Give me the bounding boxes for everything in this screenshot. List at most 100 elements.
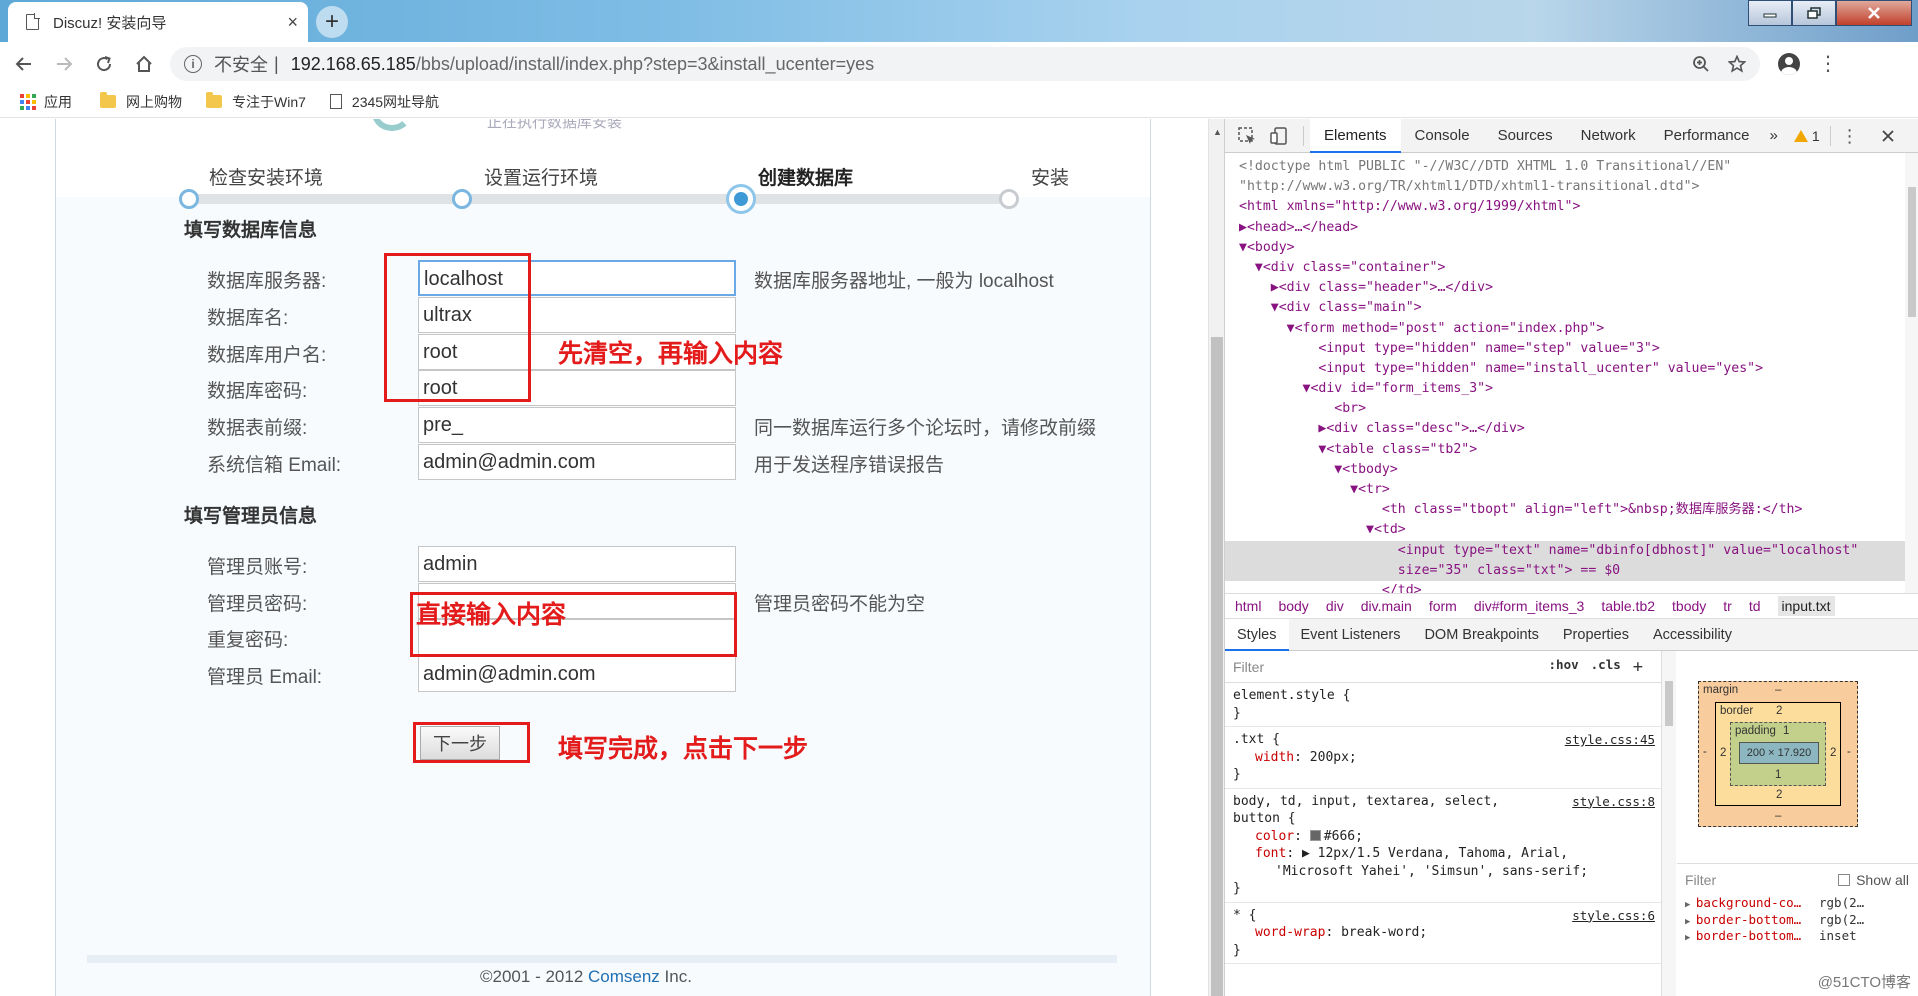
- home-button[interactable]: [124, 44, 164, 84]
- bookmark-win7[interactable]: 专注于Win7: [206, 92, 306, 112]
- devtools-menu-icon[interactable]: ⋮: [1841, 127, 1859, 145]
- rule-source-link[interactable]: style.css:6: [1572, 907, 1655, 925]
- info-icon[interactable]: i: [184, 55, 202, 73]
- breadcrumb-item[interactable]: div#form_items_3: [1474, 598, 1585, 614]
- subtab-accessibility[interactable]: Accessibility: [1641, 619, 1744, 651]
- style-rule[interactable]: style.css:45 .txt {width: 200px;}: [1225, 727, 1661, 789]
- profile-avatar[interactable]: [1778, 53, 1800, 75]
- tab-close-icon[interactable]: ×: [287, 12, 298, 33]
- breadcrumb-item[interactable]: html: [1235, 598, 1261, 614]
- dom-node-line[interactable]: <html xmlns="http://www.w3.org/1999/xhtm…: [1225, 197, 1905, 217]
- style-rule[interactable]: style.css:6 * {word-wrap: break-word;}: [1225, 903, 1661, 964]
- table-prefix-input[interactable]: pre_: [418, 407, 736, 443]
- computed-filter-input[interactable]: Filter: [1685, 872, 1716, 888]
- css-declaration[interactable]: word-wrap: break-word;: [1233, 924, 1655, 942]
- system-email-input[interactable]: admin@admin.com: [418, 444, 736, 480]
- styles-scrollbar[interactable]: [1662, 651, 1676, 996]
- dom-node-line[interactable]: ▼<table class="tb2">: [1225, 440, 1905, 460]
- style-rule[interactable]: style.css:8 body, td, input, textarea, se…: [1225, 789, 1661, 903]
- close-devtools-icon[interactable]: [1881, 129, 1895, 143]
- reload-button[interactable]: [84, 44, 124, 84]
- dom-node-line[interactable]: ▼<div class="container">: [1225, 258, 1905, 278]
- dom-scrollbar-thumb[interactable]: [1908, 187, 1916, 317]
- footer-brand-link[interactable]: Comsenz: [588, 967, 660, 986]
- dom-node-line[interactable]: <input type="hidden" name="step" value="…: [1225, 339, 1905, 359]
- cls-toggle[interactable]: .cls: [1591, 657, 1621, 677]
- dom-node-line[interactable]: <input type="text" name="dbinfo[dbhost]"…: [1225, 540, 1905, 561]
- dom-scrollbar[interactable]: [1905, 153, 1918, 593]
- bookmark-shopping[interactable]: 网上购物: [100, 92, 182, 112]
- bookmark-2345[interactable]: 2345网址导航: [329, 92, 439, 112]
- close-window-button[interactable]: [1836, 0, 1912, 26]
- bookmark-apps[interactable]: 应用: [20, 92, 72, 112]
- computed-property[interactable]: ▶ border-bottom… inset: [1677, 928, 1918, 945]
- subtab-dom-breakpoints[interactable]: DOM Breakpoints: [1412, 619, 1550, 651]
- subtab-styles[interactable]: Styles: [1225, 618, 1289, 651]
- color-swatch[interactable]: [1309, 829, 1321, 841]
- show-all-toggle[interactable]: Show all: [1838, 872, 1918, 888]
- page-scrollbar[interactable]: ▲: [1208, 119, 1224, 996]
- breadcrumb-item[interactable]: tr: [1723, 598, 1732, 614]
- styles-filter[interactable]: Filter :hov .cls +: [1225, 651, 1661, 683]
- dom-node-line[interactable]: ▼<td>: [1225, 520, 1905, 540]
- style-rule[interactable]: element.style {}: [1225, 683, 1661, 727]
- dom-node-line[interactable]: <input type="hidden" name="install_ucent…: [1225, 359, 1905, 379]
- css-declaration[interactable]: width: 200px;: [1233, 749, 1655, 767]
- zoom-icon[interactable]: [1692, 55, 1710, 73]
- minimize-button[interactable]: [1748, 0, 1792, 26]
- rule-source-link[interactable]: style.css:8: [1572, 793, 1655, 811]
- hov-toggle[interactable]: :hov: [1549, 657, 1579, 677]
- breadcrumb-item[interactable]: div: [1326, 598, 1344, 614]
- browser-tab[interactable]: Discuz! 安装向导 ×: [8, 2, 308, 42]
- subtab-properties[interactable]: Properties: [1551, 619, 1641, 651]
- add-rule-icon[interactable]: +: [1633, 657, 1643, 677]
- expand-triangle-icon[interactable]: ▶: [1685, 900, 1696, 910]
- css-declaration[interactable]: color: #666;: [1233, 828, 1655, 846]
- warning-indicator[interactable]: 1: [1793, 128, 1820, 144]
- computed-filter[interactable]: Filter Show all: [1677, 863, 1918, 895]
- computed-property[interactable]: ▶ border-bottom… rgb(2…: [1677, 912, 1918, 929]
- subtab-event-listeners[interactable]: Event Listeners: [1289, 619, 1413, 651]
- tab-console[interactable]: Console: [1401, 119, 1484, 153]
- admin-username-input[interactable]: admin: [418, 546, 736, 582]
- dom-node-line[interactable]: size="35" class="txt"> == $0: [1225, 560, 1905, 581]
- dom-node-line[interactable]: ▼<div class="main">: [1225, 298, 1905, 318]
- dom-node-line[interactable]: "http://www.w3.org/TR/xhtml1/DTD/xhtml1-…: [1225, 177, 1905, 197]
- back-button[interactable]: [4, 44, 44, 84]
- dom-node-line[interactable]: ▼<tbody>: [1225, 460, 1905, 480]
- address-bar[interactable]: i 不安全 | 192.168.65.185/bbs/upload/instal…: [170, 47, 1760, 81]
- dom-node-line[interactable]: ▼<tr>: [1225, 480, 1905, 500]
- device-toolbar-icon[interactable]: [1269, 126, 1289, 146]
- breadcrumb-item[interactable]: table.tb2: [1601, 598, 1655, 614]
- forward-button[interactable]: [44, 44, 84, 84]
- browser-menu-icon[interactable]: ⋮: [1818, 54, 1838, 74]
- breadcrumb-item[interactable]: input.txt: [1777, 596, 1835, 616]
- expand-triangle-icon[interactable]: ▶: [1685, 917, 1696, 927]
- tab-network[interactable]: Network: [1567, 119, 1650, 153]
- dom-node-line[interactable]: <!doctype html PUBLIC "-//W3C//DTD XHTML…: [1225, 157, 1905, 177]
- page-scrollbar-thumb[interactable]: [1211, 337, 1223, 996]
- breadcrumb-item[interactable]: td: [1749, 598, 1761, 614]
- breadcrumb-item[interactable]: tbody: [1672, 598, 1706, 614]
- dom-node-line[interactable]: <th class="tbopt" align="left">&nbsp;数据库…: [1225, 500, 1905, 520]
- breadcrumb-item[interactable]: body: [1278, 598, 1308, 614]
- css-declaration[interactable]: font: ▶ 12px/1.5 Verdana, Tahoma, Arial,: [1233, 845, 1655, 863]
- tab-performance[interactable]: Performance: [1650, 119, 1764, 153]
- expand-triangle-icon[interactable]: ▶: [1685, 933, 1696, 943]
- dom-node-line[interactable]: <br>: [1225, 399, 1905, 419]
- styles-filter-input[interactable]: Filter: [1233, 659, 1264, 675]
- tab-elements[interactable]: Elements: [1310, 118, 1401, 153]
- bookmark-star-icon[interactable]: [1728, 55, 1746, 73]
- dom-node-line[interactable]: ▶<div class="desc">…</div>: [1225, 419, 1905, 439]
- admin-email-input[interactable]: admin@admin.com: [418, 656, 736, 692]
- styles-scrollbar-thumb[interactable]: [1665, 681, 1673, 726]
- dom-node-line[interactable]: ▶<div class="header">…</div>: [1225, 278, 1905, 298]
- breadcrumb-item[interactable]: div.main: [1361, 598, 1412, 614]
- dom-node-line[interactable]: ▼<body>: [1225, 238, 1905, 258]
- scroll-up-icon[interactable]: ▲: [1213, 127, 1222, 137]
- dom-node-line[interactable]: ▼<div id="form_items_3">: [1225, 379, 1905, 399]
- inspect-element-icon[interactable]: [1237, 126, 1257, 146]
- tab-sources[interactable]: Sources: [1484, 119, 1567, 153]
- breadcrumb-item[interactable]: form: [1429, 598, 1457, 614]
- rule-source-link[interactable]: style.css:45: [1565, 731, 1655, 749]
